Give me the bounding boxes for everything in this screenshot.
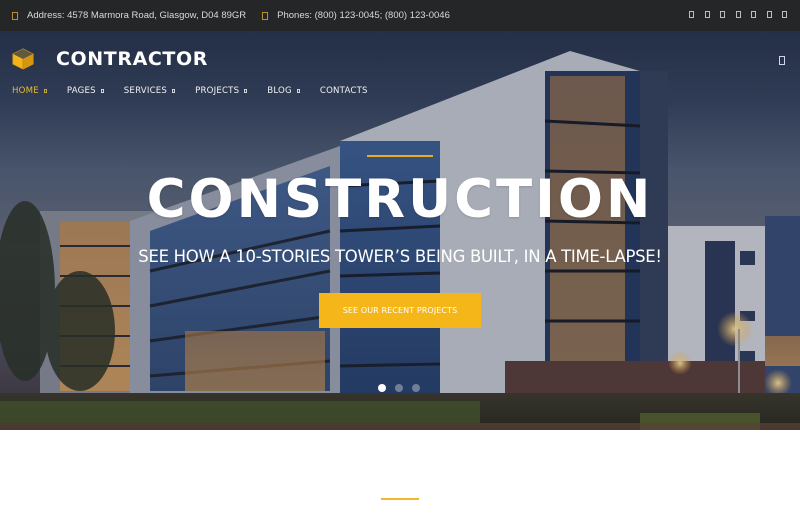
hero-slider: CONTRACTOR HOME PAGES SERVICES PROJECTS … — [0, 31, 800, 430]
chevron-down-icon — [172, 89, 176, 93]
phone-icon — [262, 11, 269, 20]
section-accent-divider — [381, 498, 419, 500]
nav-label: SERVICES — [123, 86, 168, 96]
slide-dot-3[interactable] — [412, 384, 420, 392]
google-plus-icon[interactable] — [720, 11, 725, 18]
nav-item-projects[interactable]: PROJECTS — [195, 86, 248, 96]
nav-item-contacts[interactable]: CONTACTS — [320, 86, 368, 96]
main-navigation: HOME PAGES SERVICES PROJECTS BLOG CONTAC… — [12, 86, 388, 96]
instagram-icon[interactable] — [735, 11, 741, 18]
slide-dot-1[interactable] — [378, 384, 386, 392]
nav-item-home[interactable]: HOME — [12, 86, 47, 96]
nav-item-pages[interactable]: PAGES — [67, 86, 104, 96]
linkedin-icon[interactable] — [751, 11, 756, 18]
cube-icon[interactable] — [12, 48, 34, 70]
rss-icon[interactable] — [782, 11, 787, 18]
chevron-down-icon — [43, 89, 47, 93]
chevron-down-icon — [244, 89, 248, 93]
map-marker-icon — [12, 11, 18, 20]
chevron-down-icon — [296, 89, 300, 93]
hero-subtitle: SEE HOW A 10-STORIES TOWER’S BEING BUILT… — [138, 247, 662, 266]
top-info-bar: Address: 4578 Marmora Road, Glasgow, D04… — [0, 0, 800, 31]
phone-info: Phones: (800) 123-0045; (800) 123-0046 — [262, 10, 450, 21]
hero-title: CONSTRUCTION — [146, 169, 654, 230]
nav-label: BLOG — [267, 86, 292, 96]
address-text: Address: 4578 Marmora Road, Glasgow, D04… — [27, 10, 247, 21]
nav-label: PAGES — [66, 86, 96, 96]
pinterest-icon[interactable] — [766, 11, 772, 18]
address-info: Address: 4578 Marmora Road, Glasgow, D04… — [12, 10, 246, 21]
nav-label: CONTACTS — [319, 86, 368, 96]
see-recent-projects-button[interactable]: SEE OUR RECENT PROJECTS — [319, 293, 481, 328]
menu-icon[interactable] — [779, 56, 785, 65]
chevron-down-icon — [100, 89, 104, 93]
slide-dot-2[interactable] — [395, 384, 403, 392]
twitter-icon[interactable] — [704, 11, 710, 18]
phones-text: Phones: (800) 123-0045; (800) 123-0046 — [277, 10, 450, 21]
slider-pagination — [378, 384, 420, 392]
title-accent-divider — [367, 155, 433, 157]
facebook-icon[interactable] — [689, 11, 694, 18]
nav-label: PROJECTS — [195, 86, 240, 96]
nav-item-services[interactable]: SERVICES — [123, 86, 176, 96]
nav-item-blog[interactable]: BLOG — [267, 86, 300, 96]
nav-label: HOME — [12, 86, 39, 96]
social-links — [689, 11, 787, 18]
brand-name[interactable]: CONTRACTOR — [56, 48, 208, 70]
